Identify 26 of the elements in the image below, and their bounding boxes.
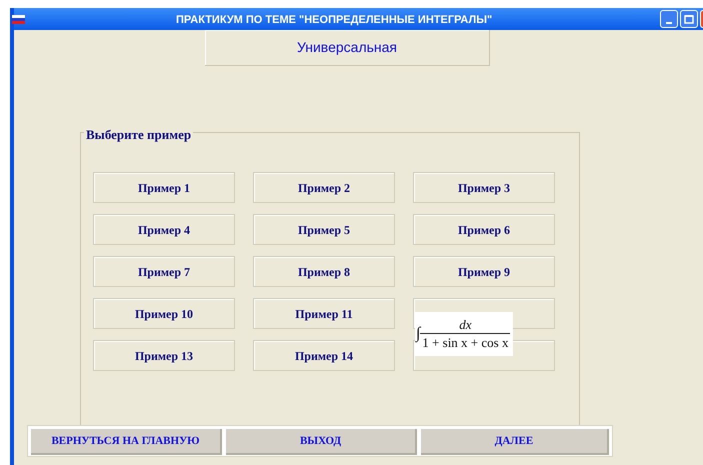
example-button[interactable]: Пример 11: [253, 298, 395, 329]
nav-button[interactable]: ВЕРНУТЬСЯ НА ГЛАВНУЮ: [31, 429, 222, 455]
maximize-button[interactable]: [680, 10, 698, 28]
denominator: 1 + sin x + cos x: [422, 334, 508, 352]
example-button[interactable]: Пример 10: [93, 298, 235, 329]
nav-button[interactable]: ДАЛЕЕ: [421, 429, 609, 455]
example-button[interactable]: Пример 2: [253, 172, 395, 203]
example-button[interactable]: Пример 9: [413, 256, 555, 287]
example-button[interactable]: Пример 14: [253, 340, 395, 371]
integral-sign: ∫: [416, 326, 420, 342]
example-button[interactable]: Пример 13: [93, 340, 235, 371]
numerator: dx: [458, 316, 473, 332]
method-label: Универсальная: [205, 30, 490, 66]
window-icon: [12, 14, 25, 24]
example-button[interactable]: Пример 6: [413, 214, 555, 245]
maximize-icon: [684, 14, 694, 24]
example-button[interactable]: Пример 5: [253, 214, 395, 245]
minimize-icon: [666, 22, 672, 24]
minimize-button[interactable]: [660, 10, 678, 28]
example-button[interactable]: Пример 4: [93, 214, 235, 245]
nav-button[interactable]: ВЫХОД: [226, 429, 417, 455]
example-button[interactable]: Пример 3: [413, 172, 555, 203]
example-button[interactable]: Пример 1: [93, 172, 235, 203]
example-button[interactable]: Пример 7: [93, 256, 235, 287]
example-button[interactable]: Пример 8: [253, 256, 395, 287]
window-title: ПРАКТИКУМ ПО ТЕМЕ "НЕОПРЕДЕЛЕННЫЕ ИНТЕГРАЛЫ": [176, 13, 492, 28]
